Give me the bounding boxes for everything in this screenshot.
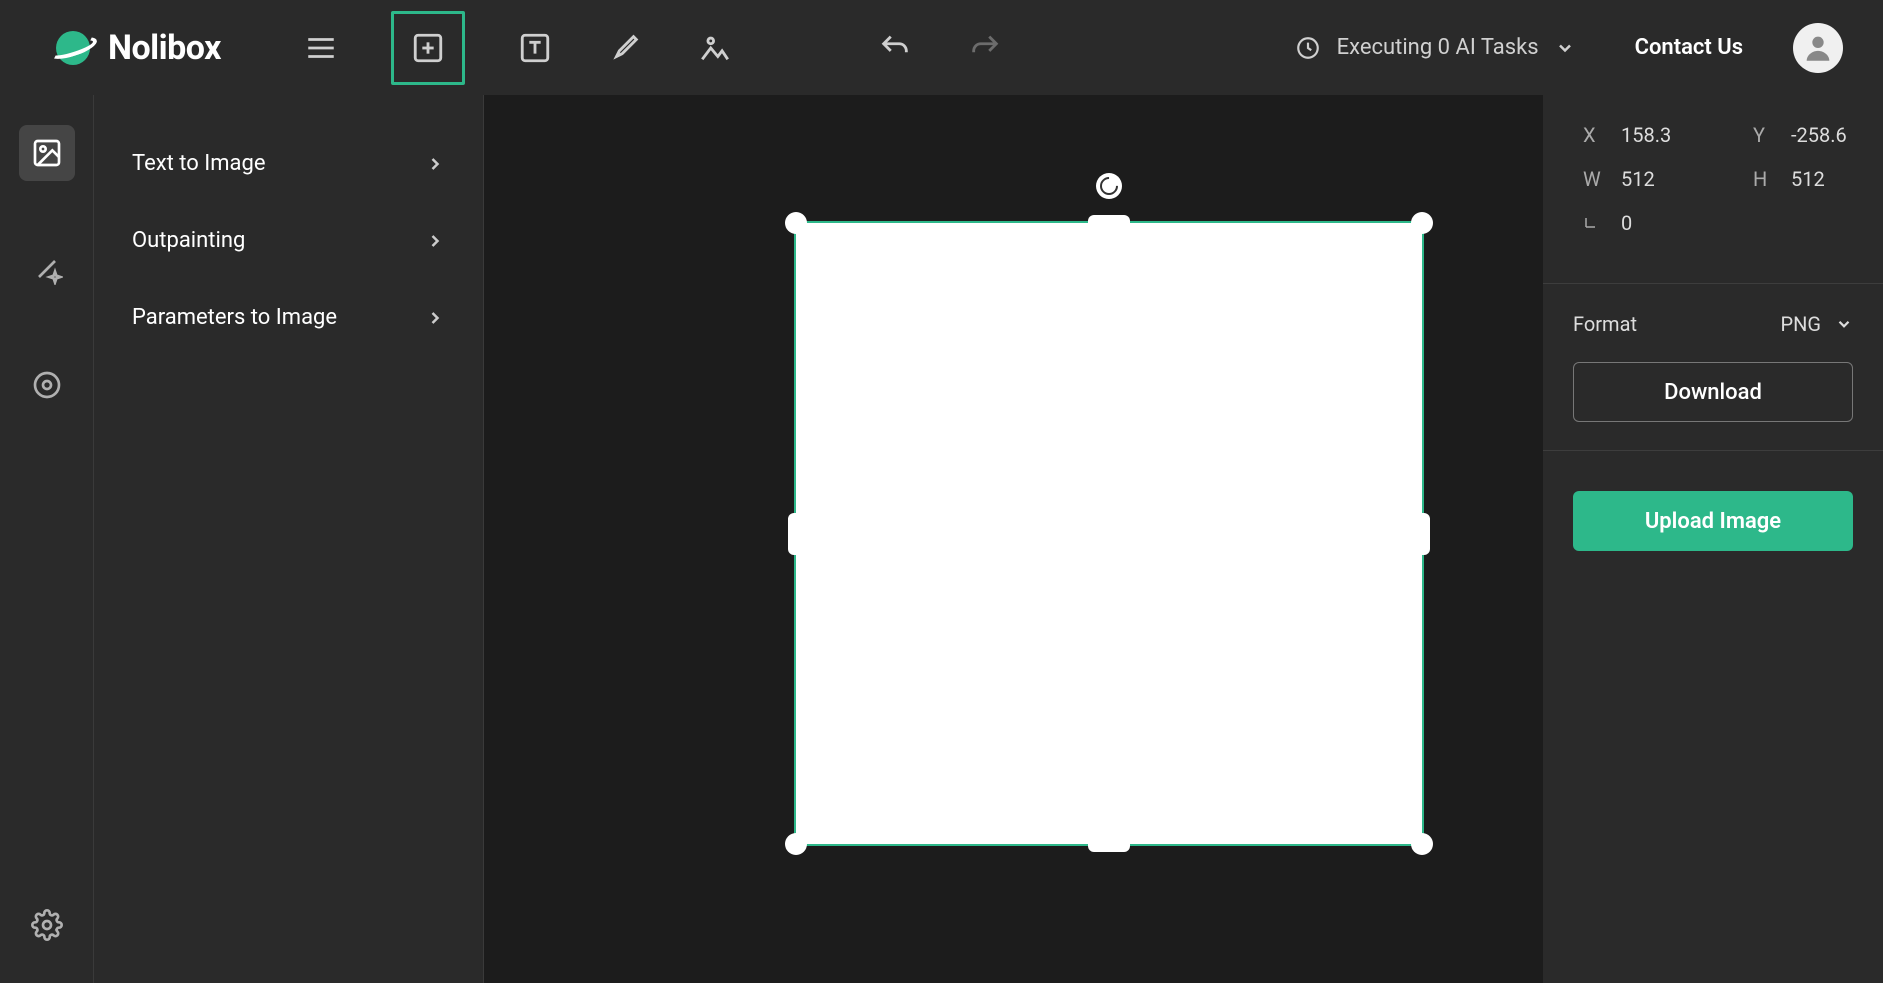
chevron-right-icon <box>425 154 445 174</box>
redo-button[interactable] <box>965 28 1005 68</box>
format-select[interactable]: PNG <box>1780 312 1853 336</box>
clock-icon <box>1295 35 1321 61</box>
resize-handle-bl[interactable] <box>785 833 807 855</box>
format-label: Format <box>1573 312 1637 336</box>
task-status-label: Executing 0 AI Tasks <box>1337 35 1539 60</box>
gear-icon <box>31 909 63 941</box>
prop-y-label: Y <box>1753 123 1777 147</box>
rail-magic-tab[interactable] <box>19 241 75 297</box>
add-frame-button[interactable] <box>391 11 465 85</box>
brush-tool-button[interactable] <box>605 28 645 68</box>
prop-w-label: W <box>1583 167 1607 191</box>
prop-h-value: 512 <box>1791 167 1825 191</box>
logo[interactable]: Nolibox <box>50 25 221 71</box>
prop-h[interactable]: H 512 <box>1753 167 1873 191</box>
resize-handle-left[interactable] <box>788 513 802 555</box>
transform-properties: X 158.3 Y -258.6 W 512 H 512 <box>1543 95 1883 284</box>
prop-w[interactable]: W 512 <box>1583 167 1703 191</box>
prop-y[interactable]: Y -258.6 <box>1753 123 1873 147</box>
header-bar: Nolibox <box>0 0 1883 95</box>
sidebar-item-label: Outpainting <box>132 228 245 253</box>
chevron-right-icon <box>425 231 445 251</box>
sidebar-item-parameters-to-image[interactable]: Parameters to Image <box>114 279 463 356</box>
rail-image-tab[interactable] <box>19 125 75 181</box>
chevron-down-icon <box>1835 315 1853 333</box>
toolbar <box>301 11 1005 85</box>
prop-rotation-value: 0 <box>1621 211 1632 235</box>
format-value: PNG <box>1780 312 1821 336</box>
right-panel: X 158.3 Y -258.6 W 512 H 512 <box>1543 95 1883 983</box>
prop-x[interactable]: X 158.3 <box>1583 123 1703 147</box>
prop-rotation[interactable]: 0 <box>1583 211 1703 235</box>
target-icon <box>31 369 63 401</box>
chevron-down-icon <box>1555 38 1575 58</box>
resize-handle-tl[interactable] <box>785 212 807 234</box>
task-status[interactable]: Executing 0 AI Tasks <box>1295 35 1575 61</box>
canvas-area[interactable] <box>484 95 1543 983</box>
resize-handle-top[interactable] <box>1088 215 1130 229</box>
resize-handle-tr[interactable] <box>1411 212 1433 234</box>
image-icon <box>31 137 63 169</box>
sidebar-item-text-to-image[interactable]: Text to Image <box>114 125 463 202</box>
upload-image-button[interactable]: Upload Image <box>1573 491 1853 551</box>
rail-target-tab[interactable] <box>19 357 75 413</box>
download-button[interactable]: Download <box>1573 362 1853 422</box>
left-rail <box>0 95 94 983</box>
upload-button-label: Upload Image <box>1645 509 1781 534</box>
planet-icon <box>50 25 96 71</box>
rail-settings-tab[interactable] <box>19 897 75 953</box>
upload-section: Upload Image <box>1543 451 1883 591</box>
selection-frame[interactable] <box>794 221 1424 846</box>
text-tool-button[interactable] <box>515 28 555 68</box>
resize-handle-bottom[interactable] <box>1088 838 1130 852</box>
magic-wand-icon <box>31 253 63 285</box>
sidebar-item-label: Parameters to Image <box>132 305 337 330</box>
contact-us-link[interactable]: Contact Us <box>1635 35 1743 60</box>
rotate-handle[interactable] <box>1096 173 1122 199</box>
menu-button[interactable] <box>301 28 341 68</box>
resize-handle-right[interactable] <box>1416 513 1430 555</box>
chevron-right-icon <box>425 308 445 328</box>
prop-w-value: 512 <box>1621 167 1655 191</box>
app-name: Nolibox <box>108 28 221 68</box>
prop-y-value: -258.6 <box>1791 123 1847 147</box>
sidebar: Text to Image Outpainting Parameters to … <box>94 95 484 983</box>
angle-icon <box>1583 211 1607 235</box>
user-avatar[interactable] <box>1793 23 1843 73</box>
prop-x-value: 158.3 <box>1621 123 1671 147</box>
prop-h-label: H <box>1753 167 1777 191</box>
sidebar-item-label: Text to Image <box>132 151 266 176</box>
sidebar-item-outpainting[interactable]: Outpainting <box>114 202 463 279</box>
person-icon <box>1801 31 1835 65</box>
image-tool-button[interactable] <box>695 28 735 68</box>
prop-x-label: X <box>1583 123 1607 147</box>
resize-handle-br[interactable] <box>1411 833 1433 855</box>
undo-button[interactable] <box>875 28 915 68</box>
format-section: Format PNG Download <box>1543 284 1883 451</box>
download-button-label: Download <box>1664 380 1762 405</box>
